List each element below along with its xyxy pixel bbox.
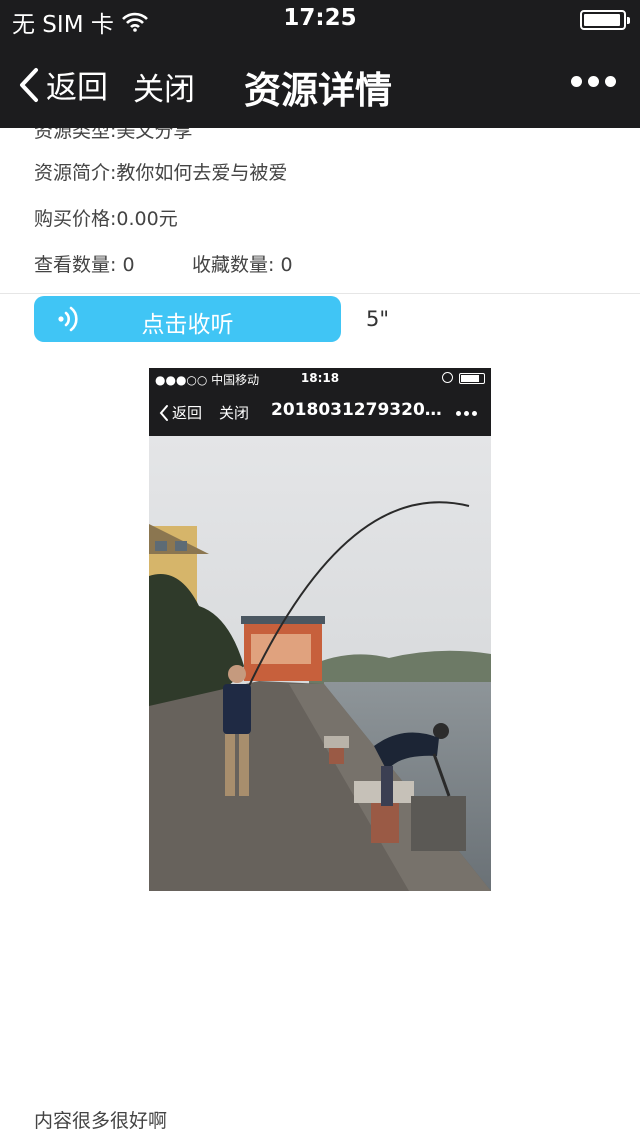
content-text: 内容很多很好啊 [34,1110,168,1132]
embedded-status-bar: ●●●○○ 中国移动 18:18 [149,368,491,390]
embedded-battery-icon [459,373,485,384]
back-label: 返回 [46,70,108,106]
embedded-more-icon [456,411,477,416]
status-time: 17:25 [283,5,357,31]
resource-intro: 资源简介:教你如何去爱与被爱 [34,162,288,184]
embedded-back-label: 返回 [172,404,203,422]
listen-button[interactable]: 点击收听 [34,296,341,342]
embedded-nav-bar: 返回 关闭 2018031279320... [149,390,491,436]
back-button[interactable]: 返回 [18,62,108,107]
battery-icon [580,10,630,30]
embedded-back: 返回 [159,402,202,423]
favorite-count: 收藏数量: 0 [192,254,293,276]
alarm-icon [442,372,453,383]
embedded-title: 2018031279320... [271,400,443,420]
embedded-time: 18:18 [300,371,340,385]
embedded-chevron-left-icon [159,404,168,421]
purchase-price: 购买价格:0.00元 [34,208,178,230]
nav-bar: 返回 关闭 资源详情 [0,40,640,128]
resource-info: 资源类型:美文分享 资源简介:教你如何去爱与被爱 购买价格:0.00元 查看数量… [0,128,640,294]
resource-type: 资源类型:美文分享 [34,128,193,142]
counts-row: 查看数量: 0 收藏数量: 0 [34,250,293,277]
embedded-close: 关闭 [219,404,250,422]
page-title: 资源详情 [244,69,392,112]
more-dots-icon[interactable] [571,76,616,87]
content-image[interactable]: ●●●○○ 中国移动 18:18 返回 关闭 2018031279320... [149,368,491,891]
audio-duration: 5" [366,307,390,331]
chevron-left-icon [20,67,38,102]
close-button[interactable]: 关闭 [133,64,195,109]
view-count: 查看数量: 0 [34,254,135,276]
status-bar: 无 SIM 卡 17:25 [0,0,640,40]
listen-label: 点击收听 [141,312,234,338]
fishing-photo [149,436,491,891]
